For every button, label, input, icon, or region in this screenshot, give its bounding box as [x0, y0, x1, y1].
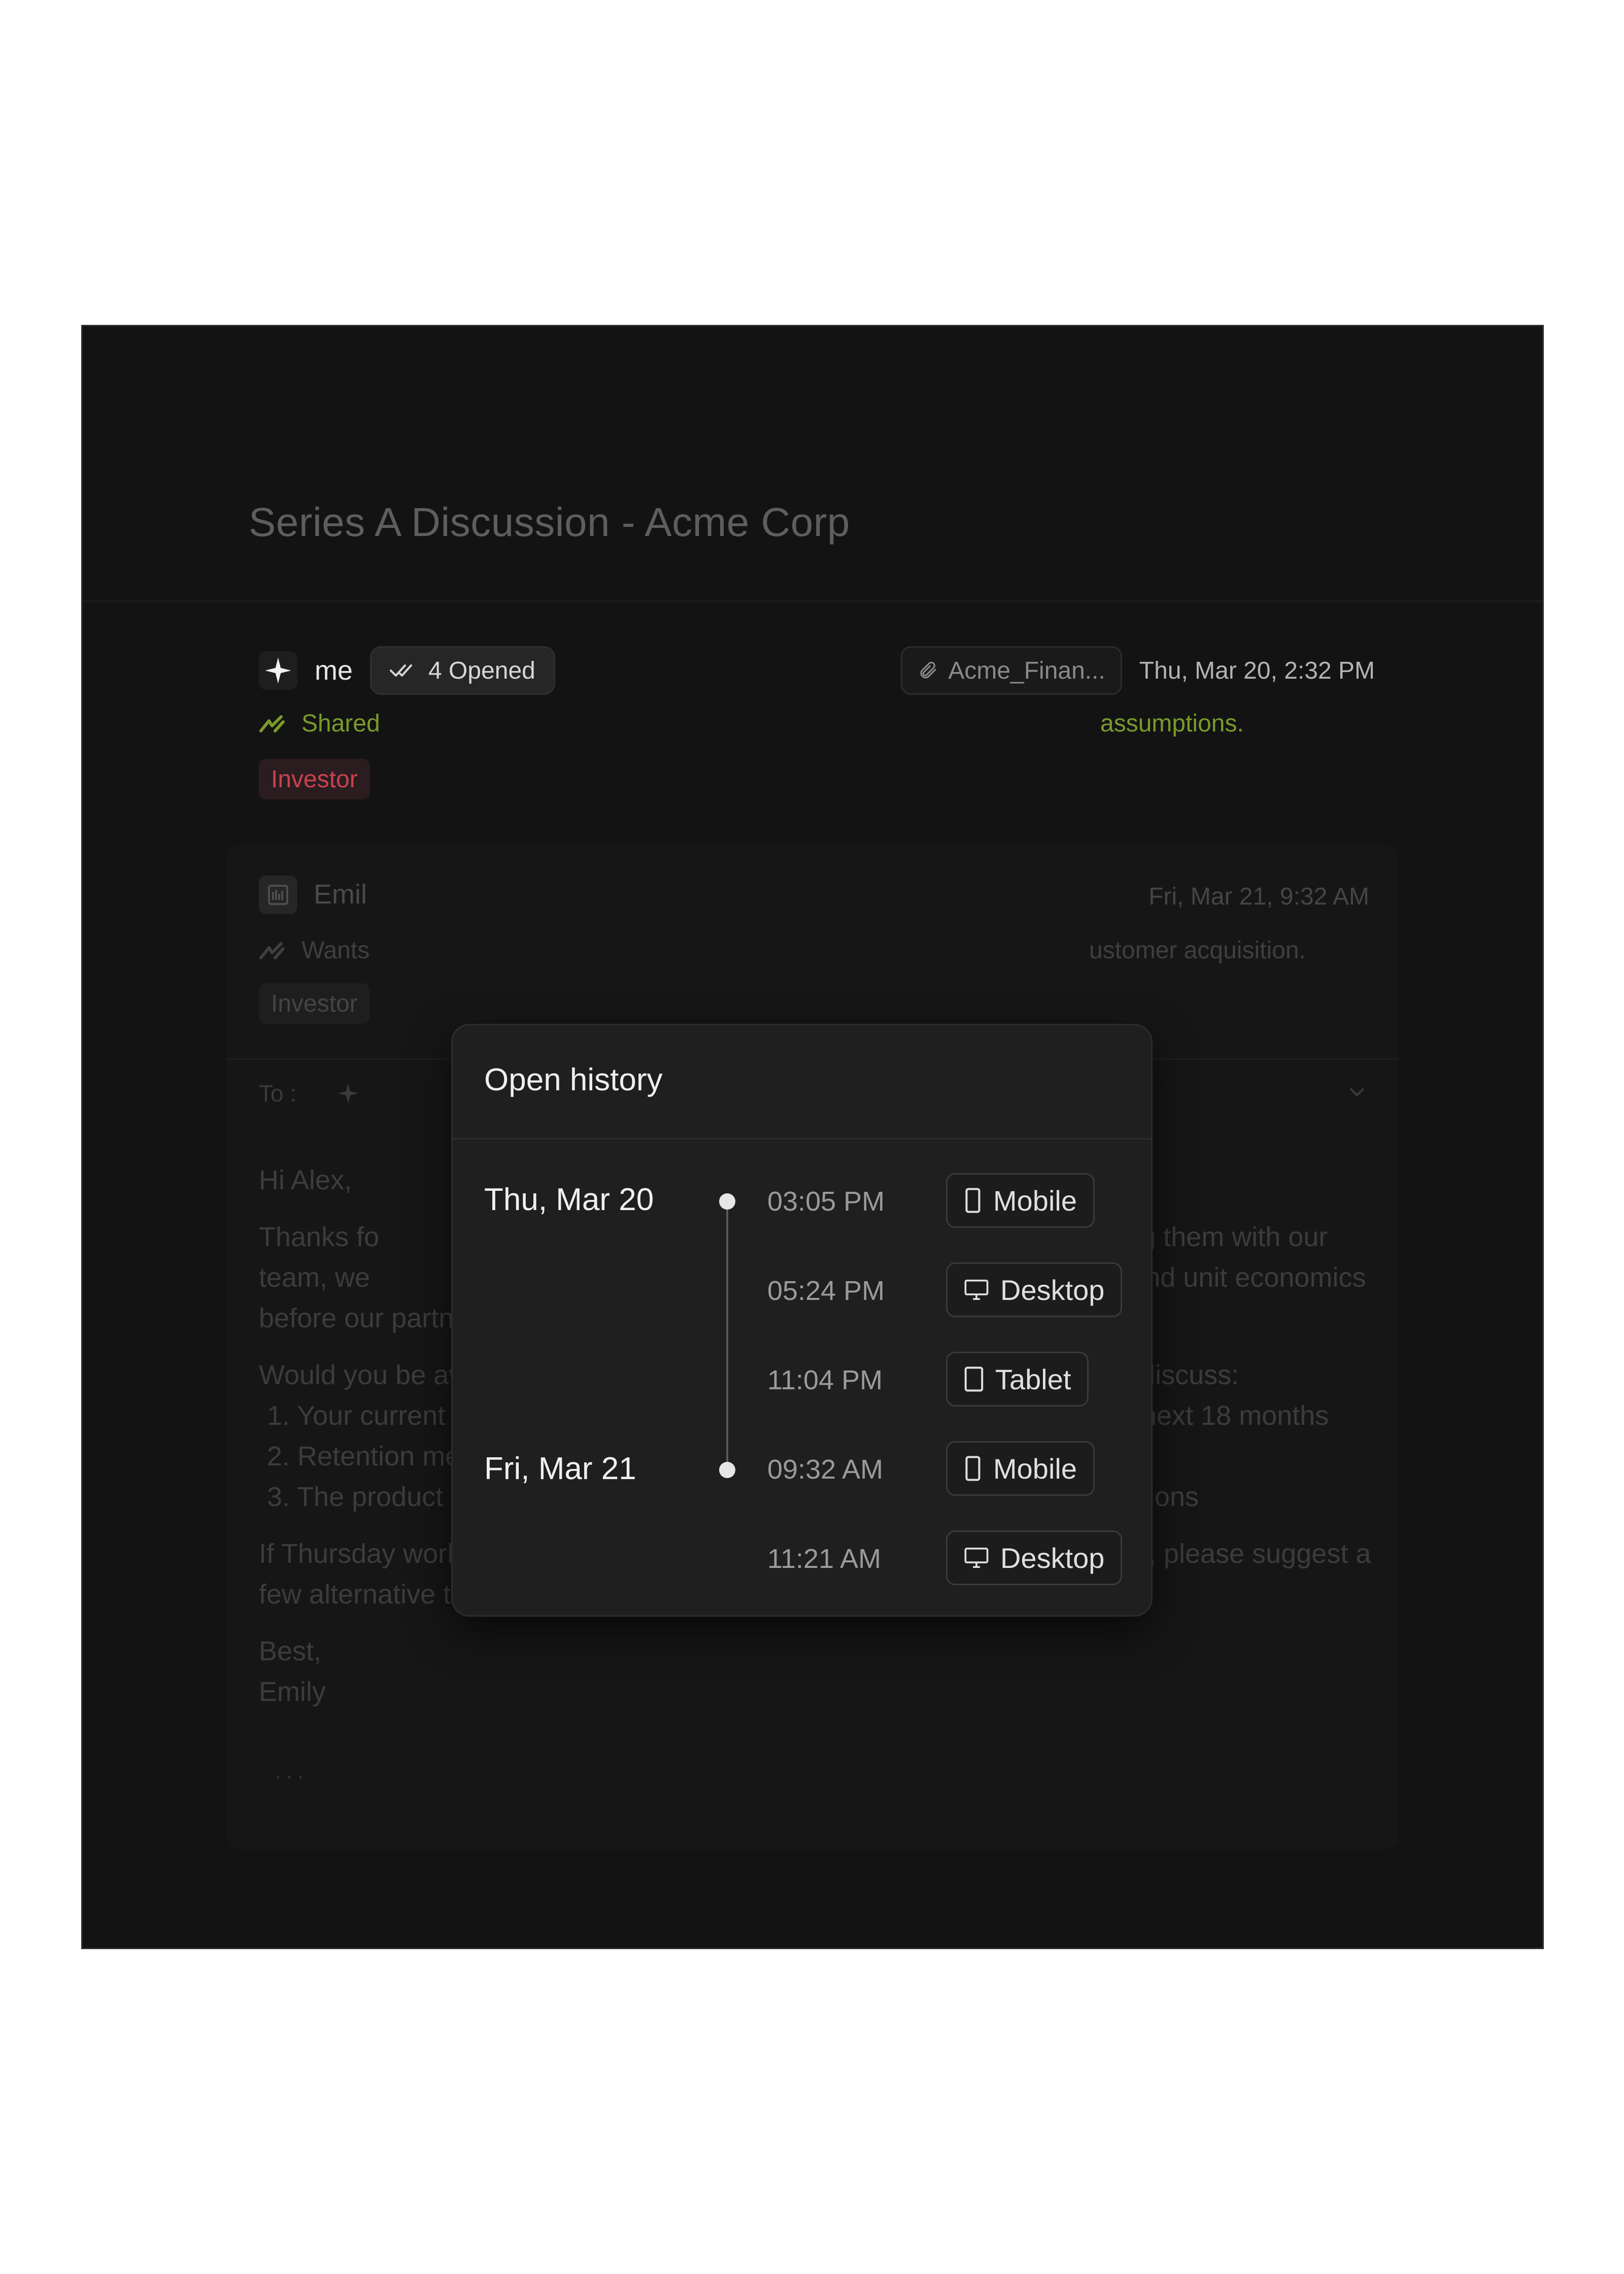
summary-spark-icon — [259, 942, 285, 959]
investor-tag-label: Investor — [271, 765, 358, 793]
reply-summary: Wants — [259, 937, 369, 964]
day-label: Thu, Mar 20 — [484, 1182, 654, 1217]
thread-title: Series A Discussion - Acme Corp — [249, 499, 850, 545]
open-time: 11:04 PM — [767, 1365, 883, 1395]
recipient-row[interactable]: To : — [259, 1080, 359, 1107]
mobile-icon — [965, 1456, 980, 1481]
sparkle-avatar-icon — [259, 651, 297, 690]
device-label: Tablet — [995, 1363, 1071, 1395]
reply-summary-end: ustomer acquisition. — [1089, 937, 1306, 964]
device-label: Desktop — [1000, 1542, 1105, 1574]
mobile-icon — [965, 1188, 980, 1213]
timeline-dot — [719, 1462, 735, 1478]
double-check-icon — [390, 664, 413, 677]
open-history-popover: Open history Thu, Mar 20 Fri, Mar 21 03:… — [451, 1024, 1153, 1617]
desktop-icon — [964, 1548, 989, 1568]
timeline-line — [726, 1201, 728, 1470]
attachment-name: Acme_Finan... — [948, 657, 1105, 684]
device-label: Desktop — [1000, 1274, 1105, 1306]
reply-sender-name: Emil — [314, 879, 367, 910]
message-meta: Acme_Finan... Thu, Mar 20, 2:32 PM — [901, 645, 1375, 696]
summary-spark-icon — [259, 715, 285, 732]
open-time: 03:05 PM — [767, 1186, 885, 1217]
reply-summary-start: Wants — [301, 937, 370, 964]
paperclip-icon — [920, 661, 936, 679]
reply-investor-tag[interactable]: Investor — [259, 983, 370, 1024]
to-label: To : — [259, 1080, 297, 1107]
device-badge: Tablet — [946, 1352, 1089, 1407]
title-divider — [83, 600, 1542, 602]
sender-logo-icon — [259, 876, 297, 914]
opened-count-button[interactable]: 4 Opened — [370, 646, 555, 695]
timeline-dot — [719, 1193, 735, 1210]
reply-tag-label: Investor — [271, 990, 358, 1017]
investor-tag[interactable]: Investor — [259, 759, 370, 799]
open-time: 11:21 AM — [767, 1544, 882, 1574]
summary-text-start: Shared — [301, 710, 380, 737]
popover-divider — [453, 1138, 1151, 1140]
email-thread-window: Series A Discussion - Acme Corp me 4 Ope… — [81, 325, 1544, 1949]
opened-count-label: 4 Opened — [428, 657, 535, 684]
device-badge: Desktop — [946, 1530, 1123, 1585]
message-header: me 4 Opened — [259, 645, 555, 696]
open-time: 05:24 PM — [767, 1276, 885, 1306]
sparkle-avatar-icon — [337, 1083, 359, 1104]
more-icon[interactable]: ··· — [274, 1762, 308, 1790]
popover-title: Open history — [484, 1062, 663, 1097]
ai-summary: Shared — [259, 710, 380, 738]
device-badge: Mobile — [946, 1173, 1095, 1228]
reply-date: Fri, Mar 21, 9:32 AM — [1148, 883, 1369, 910]
day-label: Fri, Mar 21 — [484, 1451, 636, 1486]
device-label: Mobile — [993, 1452, 1077, 1485]
message-date: Thu, Mar 20, 2:32 PM — [1139, 657, 1375, 684]
tablet-icon — [964, 1366, 984, 1392]
device-badge: Mobile — [946, 1441, 1095, 1496]
open-time: 09:32 AM — [767, 1454, 884, 1485]
desktop-icon — [964, 1280, 989, 1300]
attachment-chip[interactable]: Acme_Finan... — [901, 646, 1122, 695]
signoff: Best, Emily — [259, 1636, 326, 1707]
device-badge: Desktop — [946, 1262, 1123, 1317]
sender-name: me — [315, 655, 353, 686]
device-label: Mobile — [993, 1184, 1077, 1217]
chevron-down-icon[interactable] — [1347, 1082, 1367, 1102]
summary-text-end: assumptions. — [1100, 710, 1244, 737]
